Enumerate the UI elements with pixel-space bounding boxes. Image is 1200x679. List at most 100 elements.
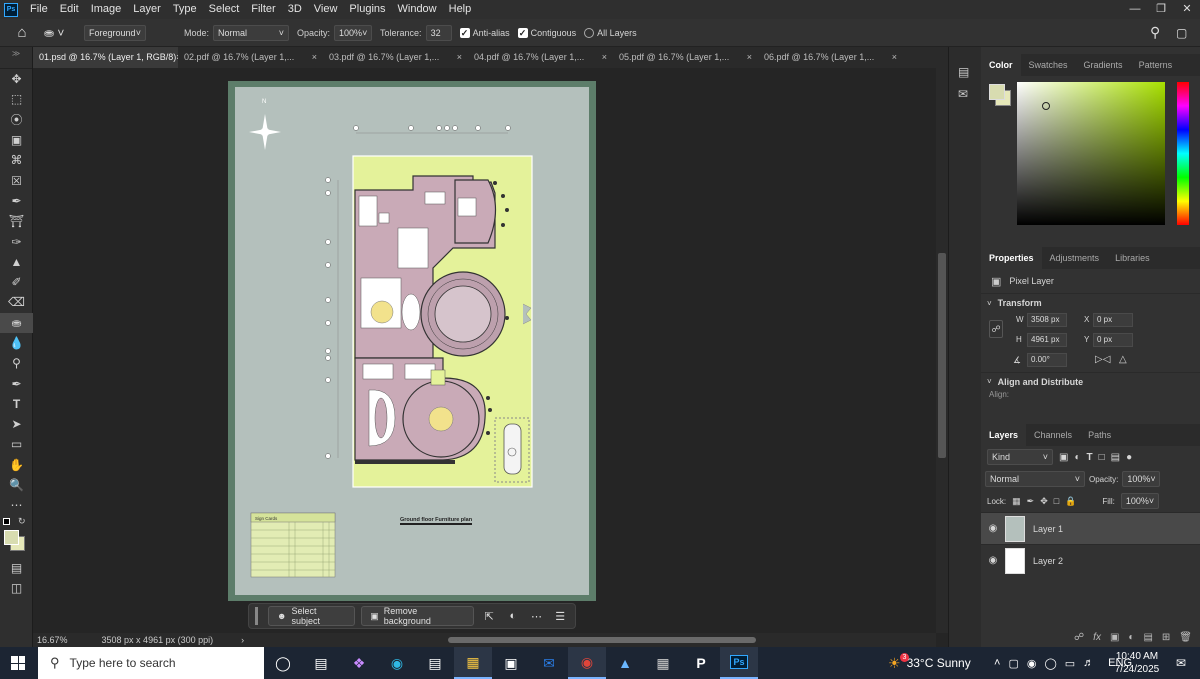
align-section[interactable]: ˅ Align and Distribute bbox=[981, 372, 1200, 390]
chevron-down-icon[interactable]: ˅ bbox=[987, 299, 992, 308]
layer-opacity-input[interactable]: 100% ˅ bbox=[1122, 471, 1161, 487]
settings-sliders-icon[interactable]: ☰ bbox=[551, 610, 569, 623]
tab-02-pdf[interactable]: 02.pdf @ 16.7% (Layer 1,... × bbox=[178, 47, 323, 68]
dodge-tool-icon[interactable]: ⚲ bbox=[0, 353, 33, 373]
color-swatches[interactable]: ↻ bbox=[0, 516, 32, 558]
layer-name[interactable]: Layer 2 bbox=[1033, 556, 1063, 566]
select-subject-button[interactable]: ☻ Select subject bbox=[267, 606, 356, 626]
tab-01-psd[interactable]: 01.psd @ 16.7% (Layer 1, RGB/8)× bbox=[33, 47, 178, 68]
menu-plugins[interactable]: Plugins bbox=[343, 0, 391, 19]
lock-pixels-icon[interactable]: ✒ bbox=[1027, 496, 1035, 507]
file-icon[interactable]: ▤ bbox=[416, 647, 454, 679]
transform-icon[interactable]: ⇱ bbox=[480, 610, 498, 623]
close-tab-icon[interactable]: × bbox=[312, 47, 317, 68]
menu-type[interactable]: Type bbox=[167, 0, 203, 19]
flip-vertical-icon[interactable]: △ bbox=[1119, 354, 1127, 365]
type-tool-icon[interactable]: T bbox=[0, 394, 33, 414]
menu-edit[interactable]: Edit bbox=[54, 0, 85, 19]
fill-input[interactable]: 100% ˅ bbox=[1120, 493, 1159, 509]
vertical-scrollbar[interactable] bbox=[936, 68, 948, 633]
paint-bucket-tool-icon[interactable]: ⛂ bbox=[0, 312, 33, 333]
filter-shape-icon[interactable]: □ bbox=[1099, 452, 1105, 463]
move-tool-icon[interactable]: ✥ bbox=[0, 69, 33, 89]
menu-help[interactable]: Help bbox=[443, 0, 478, 19]
fill-source-select[interactable]: Foreground ˅ bbox=[84, 24, 146, 41]
vertical-scroll-thumb[interactable] bbox=[938, 253, 946, 458]
tab-libraries[interactable]: Libraries bbox=[1107, 247, 1158, 269]
tab-gradients[interactable]: Gradients bbox=[1076, 54, 1131, 76]
toolbox-collapse-icon[interactable]: ≫ bbox=[0, 47, 32, 69]
layer-row-2[interactable]: ◉ Layer 2 bbox=[981, 544, 1200, 576]
opacity-input[interactable]: 100% ˅ bbox=[334, 24, 373, 41]
marquee-tool-icon[interactable]: ⬚ bbox=[0, 89, 33, 109]
layer-name[interactable]: Layer 1 bbox=[1033, 524, 1063, 534]
lock-transparent-icon[interactable]: ▦ bbox=[1012, 496, 1021, 507]
canvas-area[interactable]: N Sign Cards Ground floor Furniture plan bbox=[33, 68, 936, 633]
taskbar-search-box[interactable]: ⚲ Type here to search bbox=[38, 647, 264, 679]
transform-section[interactable]: ˅ Transform bbox=[981, 294, 1200, 312]
more-tools-icon[interactable]: ⋯ bbox=[0, 495, 33, 515]
link-layers-icon[interactable]: ☍ bbox=[1074, 632, 1084, 643]
tab-04-pdf[interactable]: 04.pdf @ 16.7% (Layer 1,... × bbox=[468, 47, 613, 68]
menu-layer[interactable]: Layer bbox=[127, 0, 167, 19]
kind-filter-select[interactable]: Kind ˅ bbox=[987, 449, 1053, 465]
menu-view[interactable]: View bbox=[308, 0, 344, 19]
paint-bucket-preset-icon[interactable]: ⛂ ˅ bbox=[44, 26, 84, 40]
chevron-down-icon[interactable]: ˅ bbox=[987, 377, 992, 386]
home-icon[interactable]: ⌂ bbox=[0, 24, 44, 41]
clock[interactable]: 10:40 AM 7/24/2025 bbox=[1112, 650, 1162, 676]
lasso-tool-icon[interactable]: ⦿ bbox=[0, 110, 33, 130]
zoom-level[interactable]: 16.67% bbox=[37, 635, 68, 645]
color-picker-cursor[interactable] bbox=[1042, 102, 1050, 110]
tab-05-pdf[interactable]: 05.pdf @ 16.7% (Layer 1,... × bbox=[613, 47, 758, 68]
tolerance-input[interactable]: 32 bbox=[425, 24, 452, 41]
lock-artboard-icon[interactable]: □ bbox=[1054, 496, 1059, 506]
healing-tool-icon[interactable]: ⛩ bbox=[0, 211, 33, 231]
crop-tool-icon[interactable]: ⌘ bbox=[0, 150, 33, 170]
edge-icon[interactable]: ◉ bbox=[378, 647, 416, 679]
close-icon[interactable]: ✕ bbox=[1174, 0, 1200, 19]
delete-layer-icon[interactable]: 🗑 bbox=[1179, 632, 1192, 643]
new-group-icon[interactable]: ▤ bbox=[1143, 632, 1152, 643]
filter-toggle-icon[interactable]: ● bbox=[1126, 452, 1132, 463]
contiguous-checkbox[interactable]: ✓ bbox=[517, 27, 528, 38]
tab-properties[interactable]: Properties bbox=[981, 247, 1042, 269]
file-explorer-icon[interactable]: ▦ bbox=[454, 647, 492, 679]
new-layer-icon[interactable]: ⊞ bbox=[1162, 632, 1170, 643]
visibility-eye-icon[interactable]: ◉ bbox=[981, 555, 1005, 566]
tab-color[interactable]: Color bbox=[981, 54, 1021, 76]
windows-start-icon[interactable] bbox=[11, 656, 25, 670]
globe-icon[interactable]: ◯ bbox=[1044, 657, 1056, 670]
layer-row-1[interactable]: ◉ Layer 1 bbox=[981, 512, 1200, 544]
menu-filter[interactable]: Filter bbox=[245, 0, 281, 19]
tab-adjustments[interactable]: Adjustments bbox=[1042, 247, 1108, 269]
filter-pixel-icon[interactable]: ▣ bbox=[1059, 452, 1068, 463]
all-layers-checkbox[interactable] bbox=[584, 27, 595, 38]
color-field[interactable] bbox=[1017, 82, 1165, 225]
history-brush-tool-icon[interactable]: ✐ bbox=[0, 272, 33, 292]
antialias-checkbox[interactable]: ✓ bbox=[459, 27, 470, 38]
x-input[interactable]: 0 px bbox=[1093, 313, 1133, 327]
zoom-tool-icon[interactable]: 🔍 bbox=[0, 475, 33, 495]
tab-paths[interactable]: Paths bbox=[1080, 424, 1119, 446]
filter-smart-icon[interactable]: ▤ bbox=[1111, 452, 1120, 463]
tab-channels[interactable]: Channels bbox=[1026, 424, 1080, 446]
flip-horizontal-icon[interactable]: ▷◁ bbox=[1095, 354, 1110, 365]
link-icon[interactable]: ☍ bbox=[989, 320, 1003, 338]
swap-colors-icon[interactable]: ↻ bbox=[18, 516, 26, 527]
foreground-color-swatch[interactable] bbox=[4, 529, 19, 545]
minimize-icon[interactable]: — bbox=[1122, 0, 1148, 19]
weather-widget[interactable]: ☀ 3 33°C Sunny bbox=[888, 647, 971, 679]
adjustment-icon[interactable]: ◐ bbox=[504, 610, 522, 622]
menu-window[interactable]: Window bbox=[392, 0, 443, 19]
comments-icon[interactable]: ✉ bbox=[958, 87, 972, 101]
photoshop-logo-icon[interactable]: Ps bbox=[4, 2, 18, 17]
fx-icon[interactable]: fx bbox=[1093, 632, 1101, 643]
menu-3d[interactable]: 3D bbox=[282, 0, 308, 19]
y-input[interactable]: 0 px bbox=[1093, 333, 1133, 347]
menu-image[interactable]: Image bbox=[85, 0, 128, 19]
hand-tool-icon[interactable]: ✋ bbox=[0, 455, 33, 475]
frame-tool-icon[interactable]: ☒ bbox=[0, 170, 33, 190]
close-tab-icon[interactable]: × bbox=[457, 47, 462, 68]
copilot-icon[interactable]: ❖ bbox=[340, 647, 378, 679]
